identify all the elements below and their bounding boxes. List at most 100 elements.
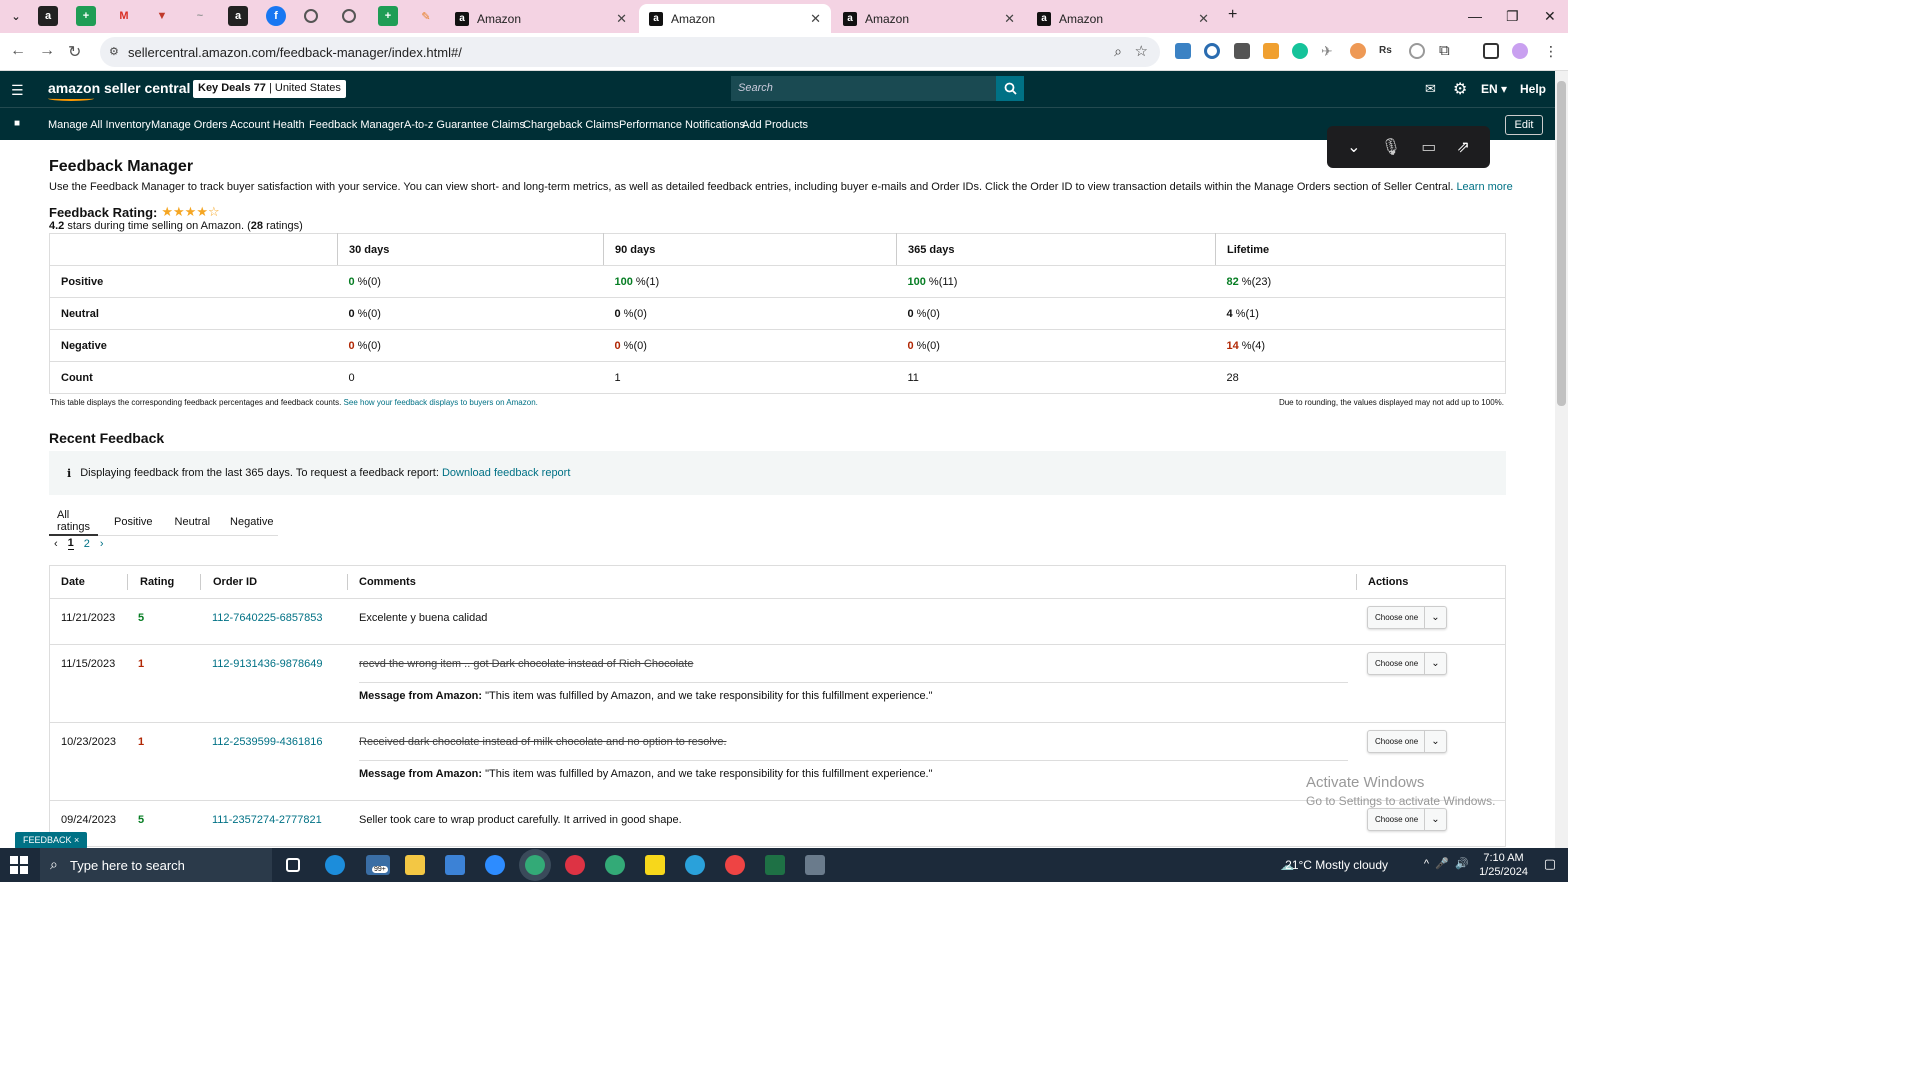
page-scrollbar[interactable] — [1555, 71, 1568, 848]
close-tab-icon[interactable]: ✕ — [1004, 11, 1015, 27]
extension-icon-9[interactable] — [1409, 43, 1425, 59]
edge-icon[interactable] — [325, 855, 345, 875]
grammarly-icon[interactable] — [1292, 43, 1308, 59]
search-input[interactable]: Search — [731, 76, 996, 101]
globe-pinned-icon[interactable] — [304, 9, 318, 23]
page-2[interactable]: 2 — [84, 538, 90, 550]
chrome-menu-icon[interactable]: ⋮ — [1544, 43, 1560, 59]
page-1[interactable]: 1 — [67, 537, 74, 550]
chrome-icon-4[interactable] — [725, 855, 745, 875]
extension-icon-4[interactable] — [1263, 43, 1279, 59]
next-page-icon[interactable]: › — [100, 538, 104, 550]
choose-action-dropdown[interactable]: Choose one ⌄ — [1367, 652, 1447, 675]
browser-tab-2[interactable]: a Amazon ✕ — [639, 4, 831, 33]
order-id-link[interactable]: 112-2539599-4361816 — [212, 736, 323, 748]
telegram-icon[interactable] — [685, 855, 705, 875]
collapse-chevron-icon[interactable]: ⌄ — [1347, 137, 1360, 157]
forward-icon[interactable]: → — [39, 42, 55, 60]
sheets-pinned-icon[interactable]: + — [76, 6, 96, 26]
new-tab-icon[interactable]: + — [1228, 6, 1237, 24]
mail-app-icon[interactable]: 99+ — [366, 855, 390, 875]
sticky-notes-icon[interactable] — [645, 855, 665, 875]
globe-pinned-icon-2[interactable] — [342, 9, 356, 23]
profile-avatar-icon[interactable] — [1512, 43, 1528, 59]
site-info-icon[interactable]: ⚙ — [109, 45, 119, 58]
store-icon[interactable] — [445, 855, 465, 875]
bookmark-icon[interactable]: ■ — [14, 118, 20, 129]
tab-neutral[interactable]: Neutral — [167, 508, 218, 536]
mic-muted-icon[interactable]: 🎙 — [1381, 137, 1401, 157]
excel-icon[interactable] — [765, 855, 785, 875]
clock[interactable]: 7:10 AM 1/25/2024 — [1479, 851, 1528, 879]
pen-pinned-icon[interactable]: ✎ — [416, 6, 436, 26]
help-link[interactable]: Help — [1520, 82, 1546, 96]
browser-tab-1[interactable]: a Amazon ✕ — [445, 4, 637, 33]
close-tab-icon[interactable]: ✕ — [616, 11, 627, 27]
nav-manage-orders[interactable]: Manage Orders — [151, 119, 227, 131]
edit-nav-button[interactable]: Edit — [1505, 115, 1543, 135]
nav-a-to-z-claims[interactable]: A-to-z Guarantee Claims — [404, 119, 525, 131]
nav-chargeback-claims[interactable]: Chargeback Claims — [523, 119, 619, 131]
gmail-pinned-icon[interactable]: M — [114, 6, 134, 26]
taskbar-search[interactable]: ⌕ Type here to search — [40, 848, 272, 882]
task-view-icon[interactable] — [286, 858, 300, 872]
feedback-badge[interactable]: FEEDBACK × — [15, 832, 88, 849]
reload-icon[interactable]: ↻ — [68, 42, 81, 62]
side-panel-icon[interactable] — [1483, 43, 1499, 59]
nav-feedback-manager[interactable]: Feedback Manager — [309, 119, 404, 131]
chrome-icon-active[interactable] — [525, 855, 545, 875]
calculator-icon[interactable] — [805, 855, 825, 875]
nav-performance-notifications[interactable]: Performance Notifications — [619, 119, 745, 131]
extension-icon-7[interactable] — [1350, 43, 1366, 59]
choose-action-dropdown[interactable]: Choose one ⌄ — [1367, 730, 1447, 753]
settings-gear-icon[interactable]: ⚙ — [1453, 79, 1467, 99]
bookmark-star-icon[interactable]: ☆ — [1135, 42, 1148, 60]
zoom-icon[interactable]: ⌕ — [1114, 43, 1122, 60]
search-button[interactable] — [996, 76, 1024, 101]
close-tab-icon[interactable]: ✕ — [1198, 11, 1209, 27]
back-icon[interactable]: ← — [10, 42, 26, 60]
hamburger-menu-icon[interactable]: ☰ — [11, 82, 24, 99]
restore-icon[interactable]: ❐ — [1506, 8, 1519, 25]
weather-text[interactable]: 21°C Mostly cloudy — [1285, 858, 1388, 872]
tab-all-ratings[interactable]: All ratings — [49, 508, 99, 536]
camera-off-icon[interactable]: ▭ — [1421, 137, 1436, 157]
order-id-link[interactable]: 112-9131436-9878649 — [212, 658, 323, 670]
mic-tray-icon[interactable]: 🎤 — [1435, 857, 1449, 870]
store-switcher[interactable]: Key Deals 77 | United States — [193, 80, 346, 98]
learn-more-link[interactable]: Learn more — [1456, 181, 1512, 193]
extension-icon-6[interactable]: ✈ — [1321, 43, 1337, 59]
windows-start-icon[interactable] — [10, 856, 28, 874]
scrollbar-thumb[interactable] — [1557, 81, 1566, 406]
nav-account-health[interactable]: Account Health — [230, 119, 305, 131]
amazon-pinned-icon[interactable]: a — [38, 6, 58, 26]
chrome-icon-2[interactable] — [565, 855, 585, 875]
share-screen-icon[interactable]: ⇗ — [1457, 137, 1470, 157]
notifications-icon[interactable]: ▢ — [1544, 856, 1556, 872]
file-explorer-icon[interactable] — [405, 855, 425, 875]
buyer-display-link[interactable]: See how your feedback displays to buyers… — [344, 398, 538, 407]
order-id-link[interactable]: 111-2357274-2777821 — [212, 814, 322, 826]
nav-add-products[interactable]: Add Products — [742, 119, 808, 131]
prev-page-icon[interactable]: ‹ — [54, 538, 58, 550]
tab-negative[interactable]: Negative — [222, 508, 281, 536]
tab-positive[interactable]: Positive — [106, 508, 161, 536]
choose-action-dropdown[interactable]: Choose one ⌄ — [1367, 808, 1447, 831]
close-window-icon[interactable]: ✕ — [1544, 8, 1556, 25]
choose-action-dropdown[interactable]: Choose one ⌄ — [1367, 606, 1447, 629]
order-id-link[interactable]: 112-7640225-6857853 — [212, 612, 323, 624]
zoom-app-icon[interactable] — [485, 855, 505, 875]
pinned-tab-icon[interactable]: ▼ — [152, 6, 172, 26]
language-selector[interactable]: EN ▾ — [1481, 82, 1507, 96]
close-tab-icon[interactable]: ✕ — [810, 11, 821, 27]
facebook-pinned-icon[interactable]: f — [266, 6, 286, 26]
sheets-pinned-icon-2[interactable]: + — [378, 6, 398, 26]
extensions-puzzle-icon[interactable]: ⧉ — [1439, 43, 1455, 59]
extension-icon-3[interactable] — [1234, 43, 1250, 59]
mail-icon[interactable]: ✉ — [1425, 81, 1436, 97]
tray-chevron-icon[interactable]: ^ — [1424, 858, 1429, 870]
extension-icon-8[interactable]: Rs — [1379, 43, 1395, 59]
address-bar[interactable]: ⚙ sellercentral.amazon.com/feedback-mana… — [100, 37, 1160, 67]
download-report-link[interactable]: Download feedback report — [442, 467, 570, 479]
seller-central-logo[interactable]: amazon seller central — [48, 80, 190, 96]
